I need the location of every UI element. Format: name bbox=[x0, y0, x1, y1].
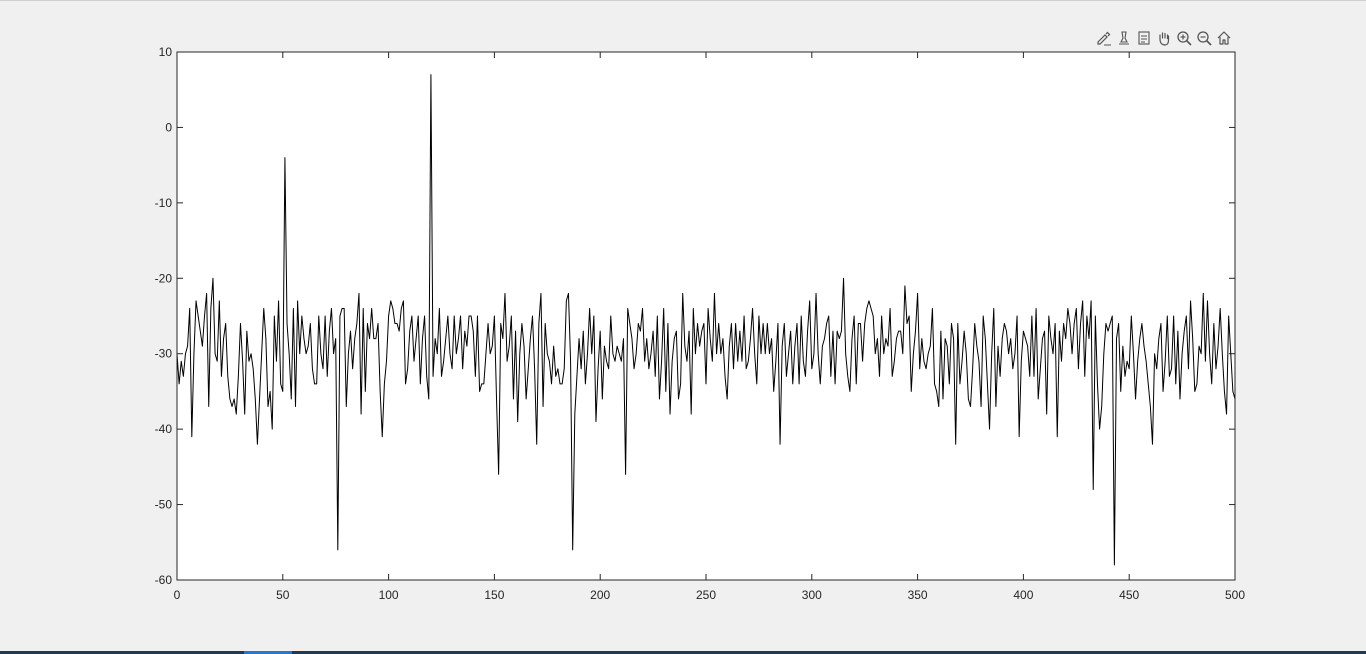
x-tick-label: 400 bbox=[1013, 588, 1033, 602]
x-tick-labels: 0 50 100 150 200 250 300 350 400 450 500 bbox=[174, 588, 1246, 602]
y-tick-label: -30 bbox=[155, 347, 173, 361]
x-tick-label: 0 bbox=[174, 588, 181, 602]
x-tick-label: 300 bbox=[802, 588, 822, 602]
x-tick-label: 200 bbox=[590, 588, 610, 602]
y-tick-labels: -60 -50 -40 -30 -20 -10 0 10 bbox=[155, 45, 173, 587]
x-tick-label: 150 bbox=[484, 588, 504, 602]
y-tick-label: -50 bbox=[155, 498, 173, 512]
y-tick-label: -60 bbox=[155, 573, 173, 587]
y-tick-label: 10 bbox=[159, 45, 173, 59]
x-tick-label: 500 bbox=[1225, 588, 1245, 602]
y-tick-label: -10 bbox=[155, 196, 173, 210]
x-tick-label: 100 bbox=[379, 588, 399, 602]
line-chart: 0 50 100 150 200 250 300 350 400 450 500 -60-50-40… bbox=[155, 45, 1246, 602]
x-tick-label: 450 bbox=[1119, 588, 1139, 602]
x-tick-label: 350 bbox=[908, 588, 928, 602]
y-tick-label: -40 bbox=[155, 422, 173, 436]
x-tick-label: 50 bbox=[276, 588, 290, 602]
y-tick-label: -20 bbox=[155, 271, 173, 285]
y-tick-label: 0 bbox=[165, 120, 172, 134]
x-tick-label: 250 bbox=[696, 588, 716, 602]
